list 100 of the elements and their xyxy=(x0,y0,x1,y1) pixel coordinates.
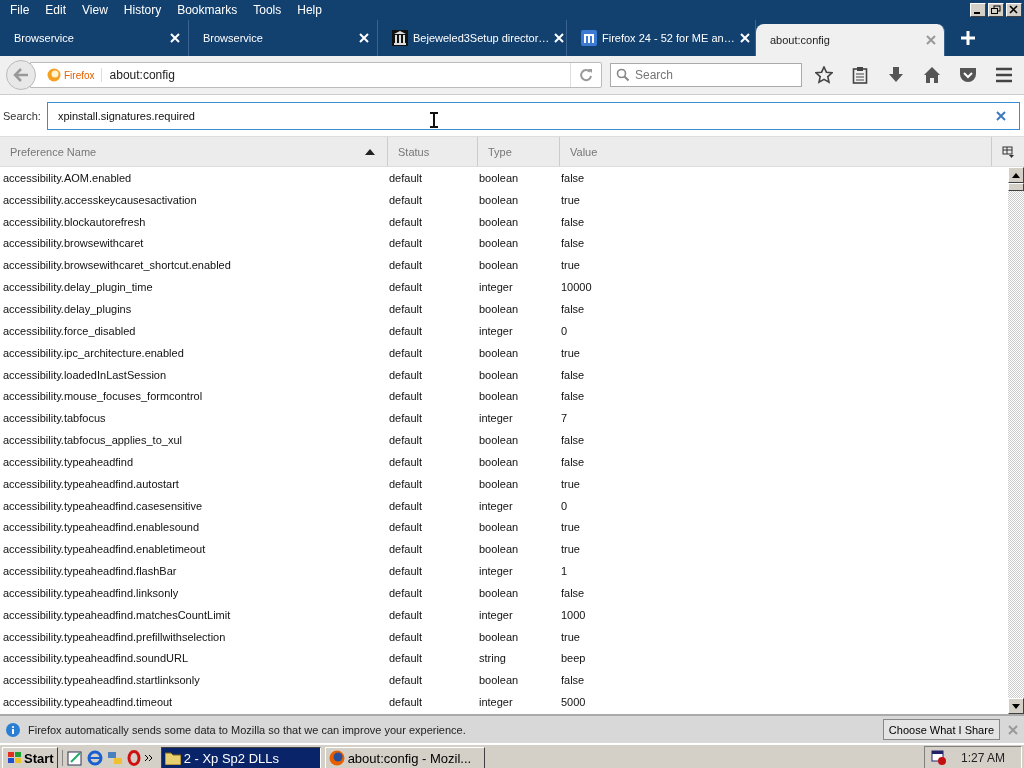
type-cell-text: boolean xyxy=(478,477,520,490)
preference-name: accessibility.typeaheadfind.enabletimeout xyxy=(2,543,207,556)
status-cell-text: default xyxy=(388,674,424,687)
up-arrow-icon xyxy=(1012,172,1020,178)
preference-name: accessibility.typeaheadfind.autostart xyxy=(2,477,180,490)
status-cell-text: default xyxy=(388,434,424,447)
value-cell-text: false xyxy=(560,674,586,687)
column-header[interactable]: Value xyxy=(560,137,992,166)
back-button[interactable] xyxy=(6,60,36,90)
notepad-icon[interactable] xyxy=(66,750,83,766)
scroll-up-button[interactable] xyxy=(1008,167,1024,183)
type-cell-text: boolean xyxy=(478,543,520,556)
value-cell-text: 1 xyxy=(560,565,569,578)
value-cell-text: 1000 xyxy=(560,608,587,621)
clear-icon[interactable] xyxy=(996,111,1006,121)
status-cell-text: default xyxy=(388,303,424,315)
preference-name: accessibility.accesskeycausesactivation xyxy=(2,193,198,206)
status-cell-text: default xyxy=(388,652,424,665)
preference-name: accessibility.tabfocus_applies_to_xul xyxy=(2,434,183,447)
preference-name: accessibility.typeaheadfind xyxy=(2,455,135,468)
search-label: Search: xyxy=(3,110,41,122)
value-cell-text: true xyxy=(560,630,581,643)
type-cell-text: boolean xyxy=(478,455,520,468)
type-cell-text: integer xyxy=(478,281,514,294)
type-cell-text: boolean xyxy=(478,346,520,359)
value-cell-text: 5000 xyxy=(560,696,587,709)
value-cell-text: false xyxy=(560,368,586,381)
preference-name: accessibility.typeaheadfind.startlinksonly xyxy=(2,674,201,687)
menu-item[interactable]: Bookmarks xyxy=(169,1,246,19)
preference-name: accessibility.typeaheadfind.casesensitive xyxy=(2,499,204,512)
value-cell-text: false xyxy=(560,434,586,447)
scroll-down-button[interactable] xyxy=(1008,698,1024,714)
status-cell-text: default xyxy=(388,499,424,512)
close-button[interactable] xyxy=(1006,3,1022,17)
preference-name: accessibility.browsewithcaret xyxy=(2,237,145,250)
menu-item[interactable]: Tools xyxy=(245,1,290,19)
search-field[interactable]: Search xyxy=(610,63,802,87)
sort-icon[interactable] xyxy=(365,148,375,155)
address-bar[interactable]: Firefox about:config xyxy=(30,62,602,88)
minimize-icon xyxy=(974,12,980,14)
type-cell-text: integer xyxy=(478,499,514,512)
type-cell-text: boolean xyxy=(478,171,520,184)
back-arrow-icon xyxy=(13,68,29,82)
restore-button[interactable] xyxy=(988,3,1004,17)
type-cell-text: integer xyxy=(478,324,514,337)
preference-name: accessibility.loadedInLastSession xyxy=(2,368,168,381)
status-cell-text: default xyxy=(388,215,424,228)
menu-item[interactable]: History xyxy=(115,1,170,19)
scrollbar-thumb[interactable] xyxy=(1008,183,1024,191)
identity-badge[interactable]: Firefox xyxy=(47,68,102,82)
calendar-icon[interactable] xyxy=(930,750,947,766)
value-cell-text: false xyxy=(560,237,586,250)
preference-name: accessibility.typeaheadfind.matchesCountLimit xyxy=(2,608,232,621)
chevron-icon[interactable] xyxy=(144,754,153,762)
type-cell-text: boolean xyxy=(478,303,520,315)
status-cell-text: default xyxy=(388,455,424,468)
minimize-button[interactable] xyxy=(970,3,986,17)
status-cell-text: default xyxy=(388,390,424,403)
browser-icon[interactable] xyxy=(86,750,103,766)
menu-item[interactable]: View xyxy=(74,1,116,19)
choose-share-button[interactable]: Choose What I Share xyxy=(882,719,1000,740)
ring-icon[interactable] xyxy=(126,750,141,766)
menu-item[interactable]: File xyxy=(2,1,38,19)
preference-name: accessibility.typeaheadfind.prefillwithselection xyxy=(2,630,227,643)
column-header[interactable]: Preference Name xyxy=(0,137,388,166)
type-cell-text: boolean xyxy=(478,674,520,687)
status-cell-text: default xyxy=(388,521,424,534)
type-cell-text: integer xyxy=(478,608,514,621)
status-cell-text: default xyxy=(388,565,424,578)
browser-tab[interactable]: about:config xyxy=(756,24,945,56)
type-cell-text: boolean xyxy=(478,390,520,403)
value-cell-text: beep xyxy=(560,652,587,665)
type-cell-text: boolean xyxy=(478,521,520,534)
status-cell-text: default xyxy=(388,346,424,359)
type-cell-text: boolean xyxy=(478,215,520,228)
menu-item[interactable]: Edit xyxy=(37,1,75,19)
clock: 1:27 AM xyxy=(960,751,1005,765)
status-cell-text: default xyxy=(388,171,424,184)
type-cell-text: integer xyxy=(478,696,514,709)
status-cell-text: default xyxy=(388,368,424,381)
notification-message: Firefox automatically sends some data to Mozilla so that we can improve your experience. xyxy=(28,723,467,736)
status-cell-text: default xyxy=(388,193,424,206)
preference-name: accessibility.typeaheadfind.timeout xyxy=(2,696,174,709)
value-cell-text: false xyxy=(560,171,586,184)
scrollbar[interactable] xyxy=(1008,167,1024,714)
column-picker-icon[interactable] xyxy=(1002,145,1014,158)
start-button[interactable]: Start xyxy=(2,747,58,768)
taskbar-button[interactable]: about:config - Mozil... xyxy=(324,747,485,768)
value-cell-text: false xyxy=(560,215,586,228)
network-icon[interactable] xyxy=(106,750,123,766)
preference-name: accessibility.blockautorefresh xyxy=(2,215,147,228)
column-header[interactable]: Status xyxy=(388,137,478,166)
menu-item[interactable]: Help xyxy=(289,1,330,19)
taskbar-button[interactable]: 2 - Xp Sp2 DLLs xyxy=(160,747,321,768)
filter-field[interactable]: xpinstall.signatures.required xyxy=(46,102,1020,130)
value-cell-text: true xyxy=(560,193,581,206)
down-arrow-icon xyxy=(1012,703,1020,709)
value-cell-text: true xyxy=(560,346,581,359)
column-header[interactable]: Type xyxy=(478,137,560,166)
type-cell-text: integer xyxy=(478,565,514,578)
